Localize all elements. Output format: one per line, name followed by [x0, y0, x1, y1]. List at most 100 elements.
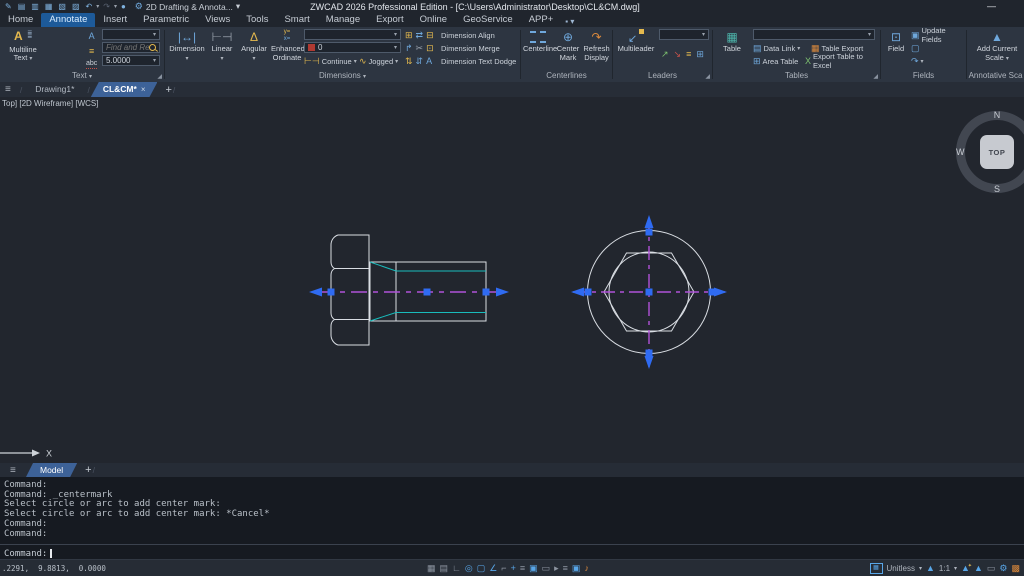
- ribbon-options-icon[interactable]: ▪ ▾: [561, 16, 578, 27]
- centerline-grip-start[interactable]: [328, 289, 335, 296]
- fullscreen-icon[interactable]: ▩: [1011, 561, 1020, 575]
- center-mark-entity[interactable]: [571, 215, 727, 369]
- add-leader-icon[interactable]: ↗: [661, 48, 669, 60]
- redo-icon[interactable]: ↷: [103, 0, 110, 13]
- tab-manage[interactable]: Manage: [318, 13, 368, 27]
- export-table-excel-button[interactable]: X Export Table to Excel: [805, 55, 880, 67]
- text-panel-label[interactable]: Text ▾: [0, 71, 164, 81]
- center-mark-grip-top[interactable]: [646, 229, 653, 236]
- ortho-mode-icon[interactable]: ∟: [452, 561, 461, 575]
- numbered-list-icon[interactable]: ≡: [89, 45, 94, 57]
- multileader-button[interactable]: ↙ Multileader: [615, 29, 657, 54]
- inspect-dimension-icon[interactable]: ⊡: [426, 42, 434, 54]
- align-leaders-icon[interactable]: ≡: [686, 48, 691, 60]
- center-mark-grip-arrow-right[interactable]: [714, 288, 727, 297]
- redo-caret-icon[interactable]: ▾: [114, 3, 117, 10]
- doc-menu-icon[interactable]: ≡: [5, 84, 11, 95]
- enhanced-ordinate-button[interactable]: y=x= Enhanced Ordinate: [271, 29, 303, 62]
- plot-icon[interactable]: ▨: [72, 0, 80, 13]
- dim-style-dropdown[interactable]: ▾: [304, 29, 401, 40]
- workspace-switcher[interactable]: ⚙ 2D Drafting & Annota... ▾: [135, 1, 240, 12]
- dimension-merge-button[interactable]: Dimension Merge: [441, 44, 500, 53]
- center-mark-grip-arrow-left[interactable]: [571, 288, 584, 297]
- undo-icon[interactable]: ↶: [86, 0, 93, 13]
- layout-menu-icon[interactable]: ≡: [10, 465, 16, 476]
- find-replace-box[interactable]: [102, 42, 160, 53]
- bolt-head-outline[interactable]: [331, 235, 369, 345]
- multiline-text-button[interactable]: A≡≡ Multiline Text ▾: [2, 29, 44, 63]
- table-style-dropdown[interactable]: ▾: [753, 29, 875, 40]
- tab-smart[interactable]: Smart: [276, 13, 317, 27]
- lineweight-icon[interactable]: ≡: [520, 561, 525, 575]
- centerline-grip-mid[interactable]: [424, 289, 431, 296]
- text-height-dropdown[interactable]: 5.0000 ▾: [102, 55, 160, 66]
- flip-arrow-icon[interactable]: ↱: [405, 42, 413, 54]
- units-icon[interactable]: ▦: [870, 563, 883, 574]
- text-style-dropdown[interactable]: ▾: [102, 29, 160, 40]
- compass-south[interactable]: S: [994, 184, 1000, 194]
- tab-tools[interactable]: Tools: [238, 13, 276, 27]
- field-refresh-button[interactable]: ↷▾: [911, 55, 924, 67]
- model-tab[interactable]: Model: [26, 463, 77, 477]
- baseline-dimension-icon[interactable]: ⊟: [426, 29, 434, 41]
- annotation-monitor-icon[interactable]: ≡: [563, 561, 568, 575]
- help-icon[interactable]: ●: [121, 0, 126, 13]
- center-mark-grip-arrow-top[interactable]: [645, 215, 654, 228]
- add-current-scale-button[interactable]: ▲ Add Current Scale ▾: [975, 29, 1019, 63]
- oblique-dimension-icon[interactable]: ⇵: [416, 55, 424, 67]
- dimension-override-icon[interactable]: A: [426, 55, 432, 67]
- doc-tab-clcm[interactable]: CL&CM*×: [91, 82, 158, 97]
- new-file-icon[interactable]: ▤: [18, 0, 26, 13]
- tab-annotate[interactable]: Annotate: [41, 13, 95, 27]
- leaders-dialog-launcher-icon[interactable]: ◢: [705, 73, 710, 80]
- annotation-scale-value[interactable]: 1:1: [939, 564, 950, 573]
- center-mark-grip-arrow-bottom[interactable]: [645, 356, 654, 369]
- spell-check-icon[interactable]: abc: [86, 60, 97, 69]
- update-fields-button[interactable]: ▣ Update Fields: [911, 29, 966, 41]
- dim-layer-dropdown[interactable]: 0 ▾: [304, 42, 401, 53]
- undo-caret-icon[interactable]: ▾: [96, 3, 99, 10]
- refresh-display-button[interactable]: ↷ Refresh Display: [583, 29, 610, 62]
- close-tab-icon[interactable]: ×: [141, 85, 146, 94]
- tab-insert[interactable]: Insert: [95, 13, 135, 27]
- units-caret-icon[interactable]: ▾: [919, 565, 922, 572]
- quick-properties-icon[interactable]: ▭: [542, 561, 551, 575]
- dynamic-input-icon[interactable]: +: [511, 561, 516, 575]
- snap-mode-icon[interactable]: ▤: [440, 561, 449, 575]
- units-label[interactable]: Unitless: [887, 564, 915, 573]
- adjust-space-icon[interactable]: ⇄: [416, 29, 424, 41]
- dimension-align-button[interactable]: Dimension Align: [441, 31, 495, 40]
- center-mark-grip-right[interactable]: [709, 289, 716, 296]
- center-mark-grip-bottom[interactable]: [646, 350, 653, 357]
- command-input[interactable]: Command:: [0, 544, 1024, 560]
- drawing-canvas[interactable]: Top] [2D Wireframe] [WCS]: [0, 97, 1024, 463]
- centerline-grip-arrow-left[interactable]: [309, 288, 322, 297]
- text-style-icon[interactable]: A: [89, 30, 95, 42]
- dimensions-panel-label[interactable]: Dimensions ▾: [165, 71, 520, 81]
- transparency-icon[interactable]: ▣: [529, 561, 538, 575]
- clean-screen-icon[interactable]: ▭: [987, 561, 996, 575]
- dimension-text-dodge-button[interactable]: Dimension Text Dodge: [441, 57, 516, 66]
- linear-dimension-button[interactable]: ⊢⊣ Linear▾: [207, 29, 237, 63]
- tab-home[interactable]: Home: [0, 13, 41, 27]
- isolate-objects-icon[interactable]: ▣: [572, 561, 581, 575]
- tab-app-plus[interactable]: APP+: [521, 13, 562, 27]
- grid-display-icon[interactable]: ▦: [427, 561, 436, 575]
- compass-north[interactable]: N: [994, 110, 1001, 120]
- annotation-visibility-icon[interactable]: ▲✦: [961, 561, 970, 575]
- centerline-entity[interactable]: [309, 288, 509, 297]
- annotation-scale-icon[interactable]: ▲: [926, 561, 935, 575]
- text-dialog-launcher-icon[interactable]: ◢: [157, 73, 162, 80]
- object-snap-icon[interactable]: ▢: [477, 561, 486, 575]
- centerline-grip-end[interactable]: [483, 289, 490, 296]
- centerline-grip-arrow-right[interactable]: [496, 288, 509, 297]
- doc-tab-drawing1[interactable]: Drawing1*: [23, 82, 86, 97]
- polar-tracking-icon[interactable]: ◎: [465, 561, 473, 575]
- settings-gear-icon[interactable]: ⚙: [999, 561, 1007, 575]
- search-icon[interactable]: [149, 44, 156, 51]
- new-drawing-tab-button[interactable]: +: [165, 84, 171, 96]
- thread-line-top[interactable]: [370, 262, 486, 271]
- minimize-button[interactable]: —: [987, 1, 996, 11]
- collect-leaders-icon[interactable]: ⊞: [696, 48, 704, 60]
- angular-dimension-button[interactable]: Δ Angular▾: [239, 29, 269, 63]
